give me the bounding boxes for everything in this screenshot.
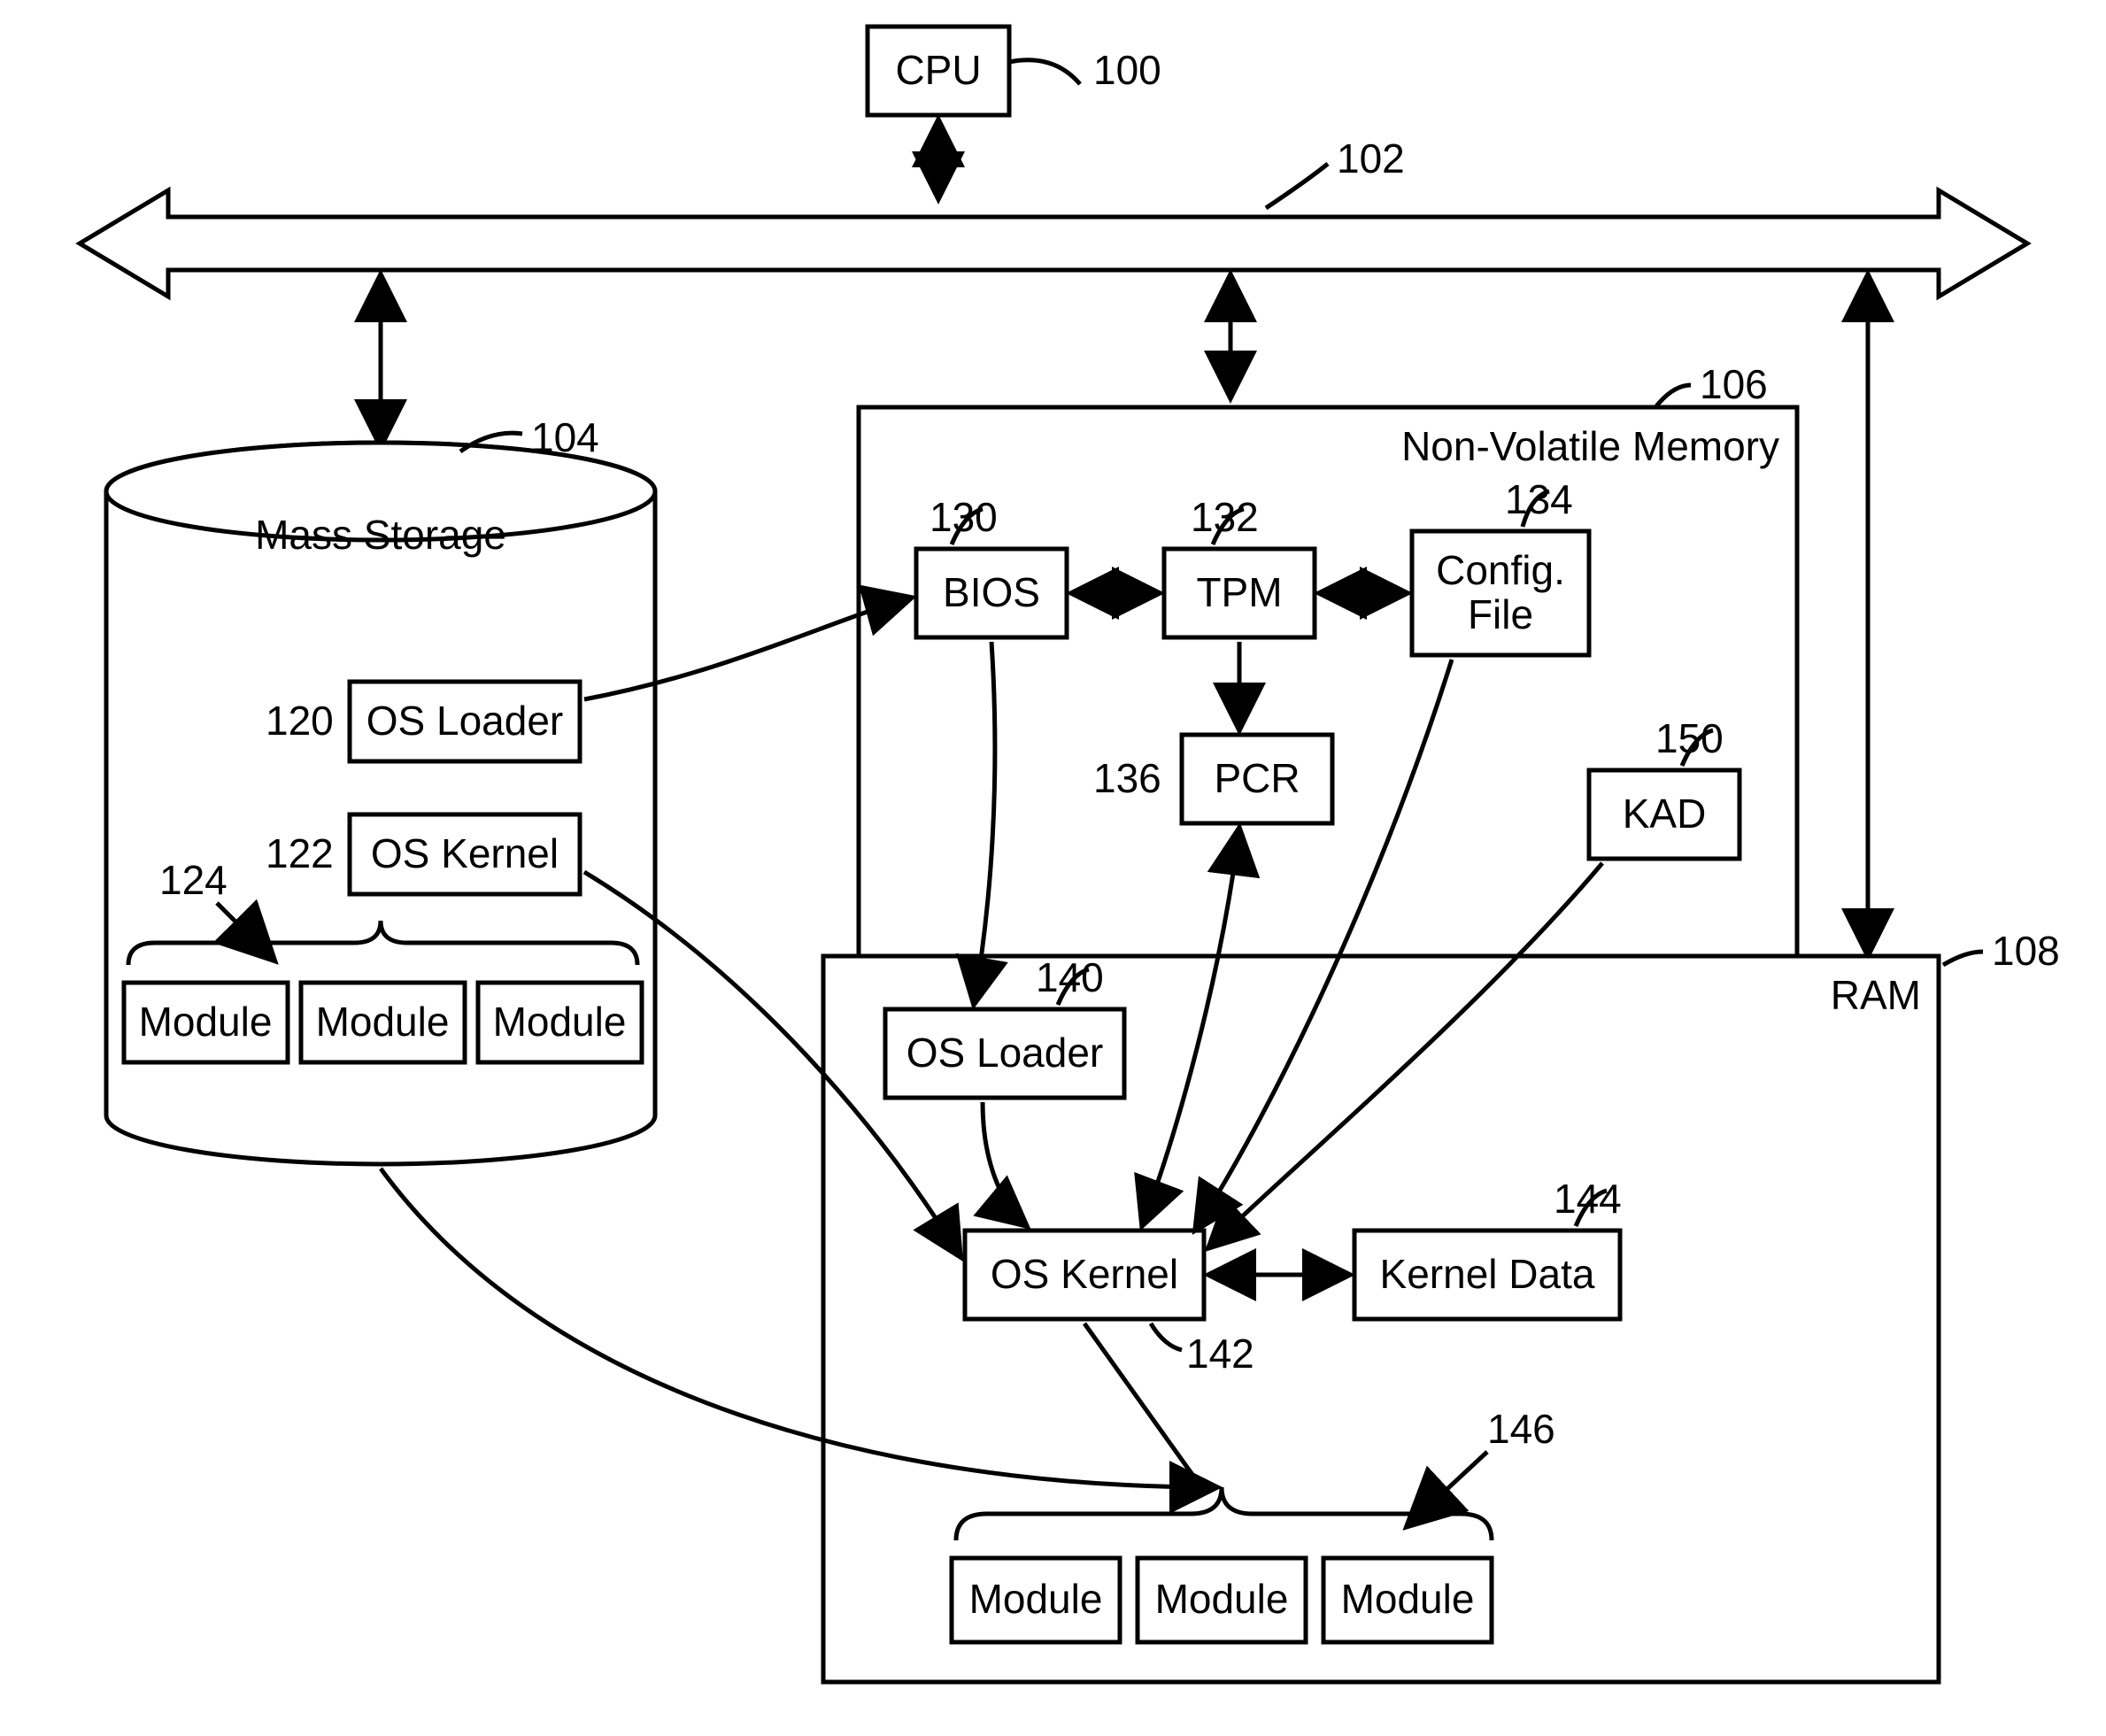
mass-storage-ref: 104 [531, 414, 599, 460]
os-kernel-mass-ref: 122 [266, 830, 334, 876]
module-mass-1: Module [139, 999, 273, 1045]
os-kernel-ram-ref: 142 [1186, 1331, 1254, 1377]
os-loader-ram-label: OS Loader [906, 1030, 1103, 1076]
cpu-label: CPU [895, 47, 981, 93]
os-kernel-ram-label: OS Kernel [991, 1251, 1178, 1297]
kernel-data-label: Kernel Data [1380, 1251, 1595, 1297]
ram-label: RAM [1831, 972, 1921, 1018]
modules-ram-ref: 146 [1487, 1406, 1555, 1452]
os-kernel-mass-label: OS Kernel [371, 830, 559, 876]
os-loader-ram-ref: 140 [1036, 954, 1104, 1000]
system-bus: 102 [80, 135, 2027, 297]
module-ram-3: Module [1341, 1576, 1475, 1622]
pcr-ref: 136 [1093, 755, 1161, 801]
cpu-ref: 100 [1093, 47, 1161, 93]
kad-ref: 150 [1655, 715, 1724, 761]
module-ram-1: Module [969, 1576, 1103, 1622]
config-label2: File [1468, 591, 1533, 637]
architecture-diagram: CPU 100 102 Mass Storage 104 OS Loader 1… [0, 0, 2106, 1736]
module-mass-2: Module [316, 999, 450, 1045]
bios-label: BIOS [943, 569, 1040, 615]
cpu-box: CPU 100 [868, 27, 1161, 115]
module-mass-3: Module [493, 999, 627, 1045]
config-label1: Config. [1436, 547, 1565, 593]
module-ram-2: Module [1155, 1576, 1289, 1622]
tpm-ref: 132 [1191, 494, 1259, 540]
modules-mass-ref: 124 [159, 857, 228, 903]
tpm-label: TPM [1196, 569, 1282, 615]
pcr-label: PCR [1214, 755, 1300, 801]
kernel-data-ref: 144 [1554, 1176, 1622, 1222]
bus-ref: 102 [1337, 135, 1405, 181]
config-ref: 134 [1505, 476, 1573, 522]
ram-ref: 108 [1992, 928, 2060, 974]
os-loader-mass-label: OS Loader [366, 698, 563, 744]
os-loader-mass-ref: 120 [266, 698, 334, 744]
mass-storage-label: Mass Storage [255, 512, 506, 558]
nvm-ref: 106 [1700, 361, 1768, 407]
kad-label: KAD [1623, 791, 1707, 837]
non-volatile-memory: Non-Volatile Memory 106 [859, 361, 1797, 956]
bios-ref: 130 [930, 494, 998, 540]
nvm-label: Non-Volatile Memory [1401, 423, 1779, 469]
